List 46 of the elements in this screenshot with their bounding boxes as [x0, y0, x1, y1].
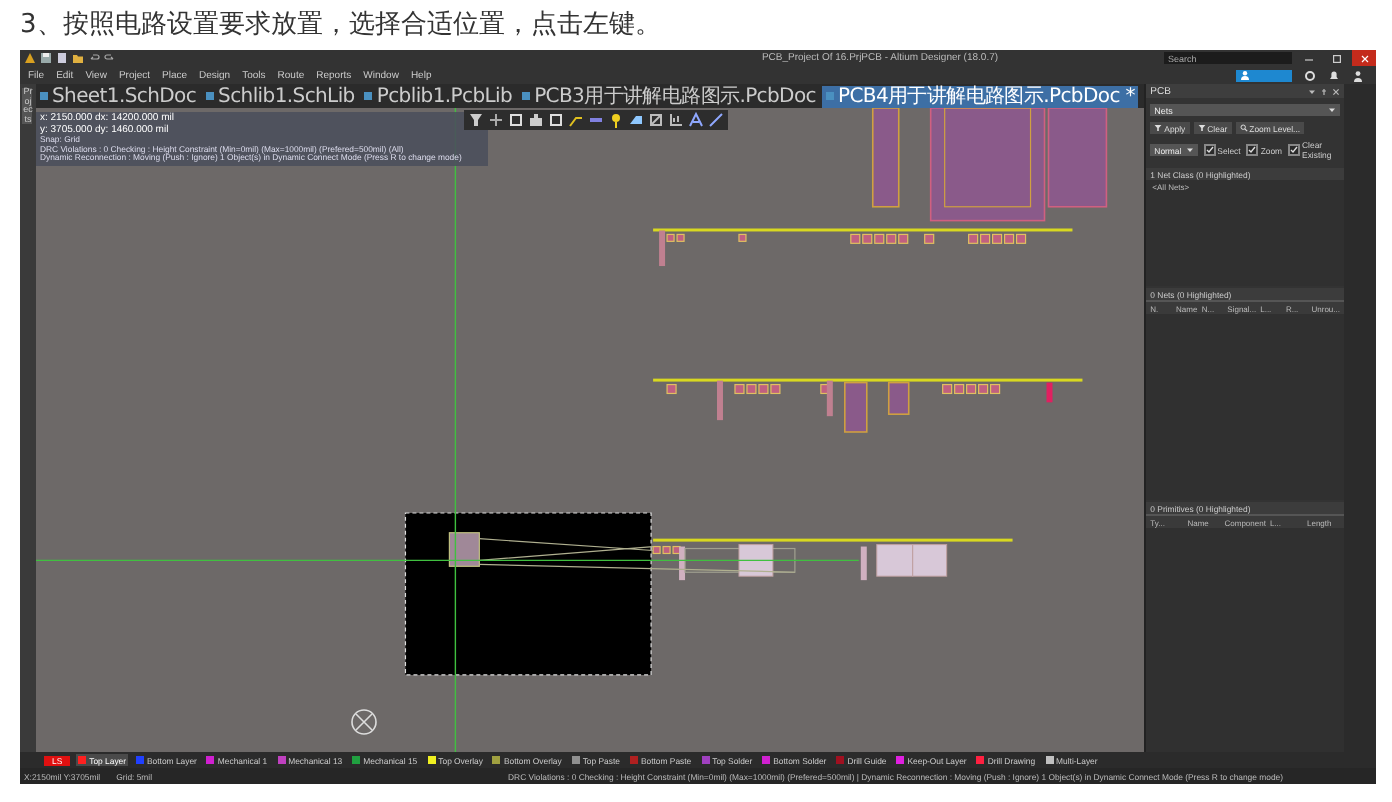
caret-icon: [1185, 146, 1194, 154]
text-icon[interactable]: [687, 112, 704, 128]
filter-icon[interactable]: [467, 112, 484, 128]
document-icon: [39, 92, 48, 100]
minimize-icon: [1303, 53, 1313, 63]
document-tab[interactable]: PCB3用于讲解电路图示.PcbDoc: [518, 85, 820, 107]
save-icon[interactable]: [40, 52, 52, 64]
document-icon: [522, 92, 531, 100]
chart-icon[interactable]: [667, 112, 684, 128]
document-tab[interactable]: Pcblib1.PcbLib: [360, 85, 517, 107]
undo-icon[interactable]: [88, 52, 100, 64]
crosshair-cursor-icon: [349, 708, 378, 736]
document-icon: [206, 92, 215, 100]
bell-icon[interactable]: [1328, 69, 1340, 81]
rect-icon[interactable]: [647, 112, 664, 128]
close-button[interactable]: [1352, 50, 1376, 66]
caret-icon: [1328, 106, 1337, 114]
bus-icon[interactable]: [587, 112, 604, 128]
filter-icon: [1154, 124, 1163, 132]
redo-icon[interactable]: [104, 52, 116, 64]
document-tab[interactable]: PCB4用于讲解电路图示.PcbDoc *: [821, 85, 1139, 107]
checkbox[interactable]: [1203, 144, 1216, 156]
pin-icon[interactable]: [607, 112, 624, 128]
instruction-text: 3、按照电路设置要求放置，选择合适位置，点击左键。: [18, 8, 663, 44]
close-icon[interactable]: [1332, 87, 1341, 95]
document-icon: [364, 92, 373, 100]
document-tab[interactable]: Schlib1.SchLib: [202, 85, 359, 107]
document-icon: [825, 92, 834, 100]
checkbox[interactable]: [1288, 144, 1301, 156]
user-icon[interactable]: [1352, 69, 1364, 81]
filter-icon: [1197, 124, 1206, 132]
document-tab[interactable]: Sheet1.SchDoc: [35, 85, 201, 107]
route-icon[interactable]: [567, 112, 584, 128]
square-icon[interactable]: [507, 112, 524, 128]
search-icon: [1239, 124, 1248, 132]
fill-icon[interactable]: [627, 112, 644, 128]
user-icon: [1240, 70, 1250, 80]
close-icon: [1359, 53, 1369, 63]
plus-icon[interactable]: [487, 112, 504, 128]
account-button[interactable]: [1236, 69, 1292, 81]
square-icon[interactable]: [547, 112, 564, 128]
line-icon[interactable]: [707, 112, 724, 128]
maximize-icon: [1331, 53, 1341, 63]
document-icon[interactable]: [56, 52, 68, 64]
component-icon[interactable]: [527, 112, 544, 128]
checkbox[interactable]: [1246, 144, 1259, 156]
